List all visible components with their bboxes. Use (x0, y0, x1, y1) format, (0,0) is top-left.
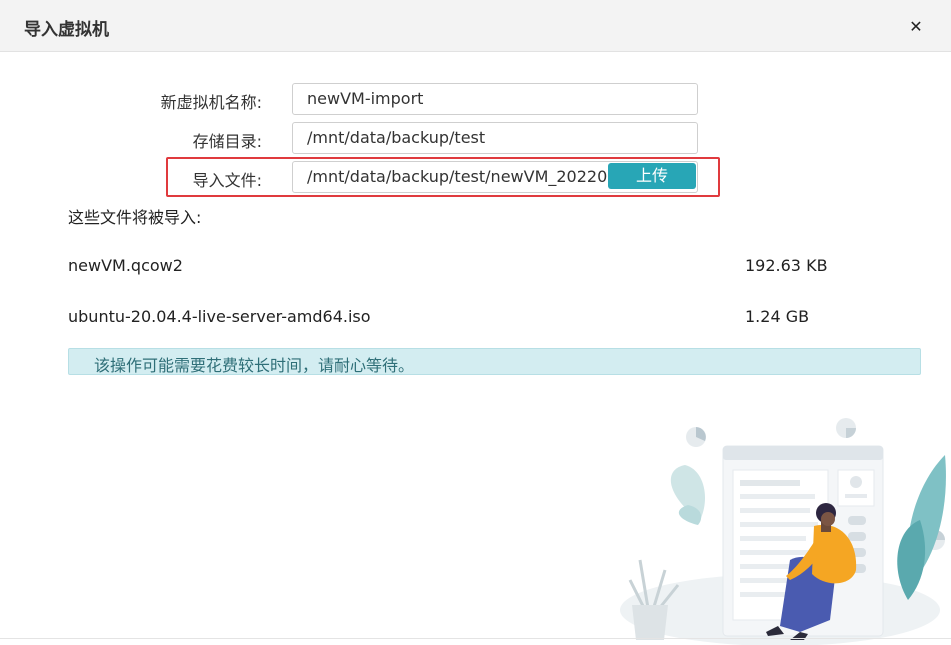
files-heading: 这些文件将被导入: (68, 208, 202, 227)
storage-dir-label: 存储目录: (192, 132, 262, 151)
file-name: ubuntu-20.04.4-live-server-amd64.iso (68, 307, 371, 326)
dialog-footer-divider (0, 638, 951, 639)
dialog-header: 导入虚拟机 ✕ (0, 0, 951, 52)
file-size: 1.24 GB (745, 307, 810, 326)
upload-button[interactable]: 上传 (608, 163, 696, 189)
dialog-title: 导入虚拟机 (24, 20, 109, 40)
pie-chart-icon (686, 427, 706, 447)
pie-chart-icon (836, 418, 856, 438)
vm-name-label: 新虚拟机名称: (160, 93, 262, 112)
info-notice: 该操作可能需要花费较长时间，请耐心等待。 (68, 348, 921, 375)
storage-dir-input[interactable]: /mnt/data/backup/test (292, 122, 698, 154)
import-file-label: 导入文件: (192, 171, 262, 190)
info-notice-text: 该操作可能需要花费较长时间，请耐心等待。 (94, 356, 415, 375)
file-name: newVM.qcow2 (68, 256, 183, 275)
waiting-illustration (620, 418, 946, 645)
close-icon[interactable]: ✕ (906, 17, 926, 37)
vm-name-input[interactable]: newVM-import (292, 83, 698, 115)
plant-icon (897, 455, 946, 600)
file-size: 192.63 KB (745, 256, 828, 275)
